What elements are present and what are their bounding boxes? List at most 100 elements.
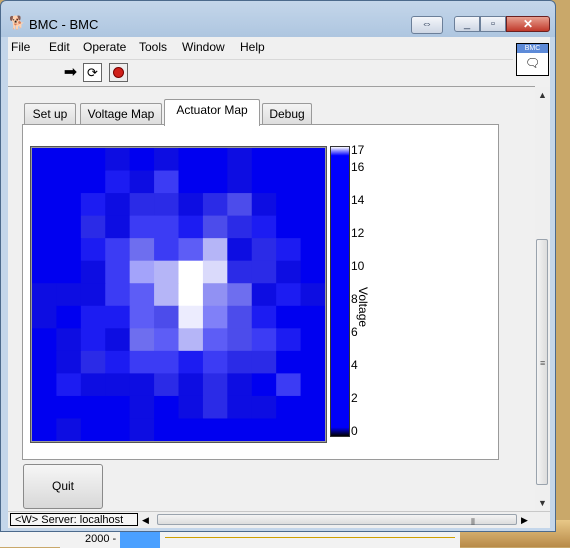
actuator-cell-3-11 [300, 215, 325, 239]
toolbar: ➡ ⟳ [8, 59, 513, 86]
actuator-cell-10-9 [251, 373, 277, 397]
actuator-cell-10-4 [129, 373, 155, 397]
actuator-cell-8-3 [105, 328, 131, 352]
actuator-cell-2-6 [178, 193, 204, 217]
actuator-cell-0-5 [154, 148, 179, 172]
actuator-cell-3-5 [154, 215, 179, 239]
actuator-cell-3-7 [202, 215, 228, 239]
actuator-map-intensity-graph[interactable] [32, 148, 325, 441]
actuator-cell-7-5 [154, 305, 179, 329]
colorbar-tick-14: 14 [351, 193, 365, 207]
actuator-cell-11-6 [178, 395, 204, 419]
actuator-cell-7-1 [56, 305, 82, 329]
actuator-cell-5-1 [56, 260, 82, 284]
actuator-cell-8-9 [251, 328, 277, 352]
actuator-cell-12-0 [32, 418, 57, 441]
actuator-cell-8-11 [300, 328, 325, 352]
swap-window-button[interactable]: ⇔ [411, 16, 443, 34]
menu-edit[interactable]: Edit [49, 40, 70, 54]
tab-debug[interactable]: Debug [262, 103, 312, 125]
actuator-cell-5-9 [251, 260, 277, 284]
actuator-cell-10-3 [105, 373, 131, 397]
actuator-cell-9-4 [129, 350, 155, 374]
tab-actuator-map[interactable]: Actuator Map [164, 99, 260, 126]
actuator-cell-4-2 [80, 238, 106, 262]
actuator-cell-4-9 [251, 238, 277, 262]
actuator-cell-2-10 [276, 193, 302, 217]
vertical-scroll-thumb[interactable]: ≡ [536, 239, 548, 485]
title-bar[interactable]: 🐕 BMC - BMC ⇔ _ ▫ ✕ [1, 1, 555, 35]
menu-help[interactable]: Help [240, 40, 265, 54]
actuator-cell-4-10 [276, 238, 302, 262]
menu-window[interactable]: Window [182, 40, 225, 54]
actuator-cell-7-7 [202, 305, 228, 329]
tab-set-up[interactable]: Set up [24, 103, 76, 125]
actuator-cell-3-4 [129, 215, 155, 239]
actuator-cell-6-8 [227, 283, 253, 307]
window-title: BMC - BMC [29, 17, 99, 32]
actuator-cell-10-0 [32, 373, 57, 397]
actuator-cell-10-1 [56, 373, 82, 397]
actuator-cell-12-11 [300, 418, 325, 441]
minimize-button[interactable]: _ [454, 16, 480, 32]
actuator-cell-1-4 [129, 170, 155, 194]
actuator-cell-1-0 [32, 170, 57, 194]
horizontal-scroll-thumb[interactable]: ⦀ [157, 514, 517, 527]
actuator-cell-11-1 [56, 395, 82, 419]
actuator-cell-4-3 [105, 238, 131, 262]
actuator-cell-11-2 [80, 395, 106, 419]
menu-operate[interactable]: Operate [83, 40, 126, 54]
actuator-cell-6-4 [129, 283, 155, 307]
actuator-cell-4-8 [227, 238, 253, 262]
desktop-background-left [0, 530, 60, 547]
scroll-right-arrow-icon[interactable]: ▶ [521, 513, 528, 527]
actuator-cell-12-4 [129, 418, 155, 441]
colorbar-tick-16: 16 [351, 160, 365, 174]
actuator-cell-10-10 [276, 373, 302, 397]
menu-file[interactable]: File [11, 40, 30, 54]
actuator-cell-4-11 [300, 238, 325, 262]
actuator-cell-0-2 [80, 148, 106, 172]
actuator-cell-6-7 [202, 283, 228, 307]
actuator-cell-9-8 [227, 350, 253, 374]
maximize-button[interactable]: ▫ [480, 16, 506, 32]
scroll-down-arrow-icon[interactable]: ▼ [535, 495, 550, 511]
run-arrow-icon[interactable]: ➡ [61, 63, 80, 82]
actuator-cell-4-1 [56, 238, 82, 262]
run-continuously-icon[interactable]: ⟳ [83, 63, 102, 82]
vertical-scrollbar[interactable]: ▲ ≡ ▼ [535, 87, 550, 511]
tab-voltage-map[interactable]: Voltage Map [80, 103, 162, 125]
menu-tools[interactable]: Tools [139, 40, 167, 54]
actuator-cell-11-0 [32, 395, 57, 419]
actuator-cell-4-0 [32, 238, 57, 262]
quit-button[interactable]: Quit [23, 464, 103, 509]
actuator-cell-3-2 [80, 215, 106, 239]
actuator-cell-5-10 [276, 260, 302, 284]
colorbar-tick-6: 6 [351, 325, 358, 339]
actuator-cell-6-9 [251, 283, 277, 307]
scroll-left-arrow-icon[interactable]: ◀ [142, 513, 149, 527]
colorbar-tick-4: 4 [351, 358, 358, 372]
close-button[interactable]: ✕ [506, 16, 550, 32]
actuator-cell-5-11 [300, 260, 325, 284]
actuator-cell-6-6 [178, 283, 204, 307]
actuator-cell-12-9 [251, 418, 277, 441]
scroll-up-arrow-icon[interactable]: ▲ [535, 87, 550, 103]
actuator-cell-3-8 [227, 215, 253, 239]
actuator-cell-1-8 [227, 170, 253, 194]
actuator-cell-7-8 [227, 305, 253, 329]
actuator-cell-5-0 [32, 260, 57, 284]
actuator-cell-6-11 [300, 283, 325, 307]
actuator-cell-9-11 [300, 350, 325, 374]
actuator-cell-6-1 [56, 283, 82, 307]
actuator-cell-7-10 [276, 305, 302, 329]
actuator-cell-2-7 [202, 193, 228, 217]
actuator-cell-1-3 [105, 170, 131, 194]
abort-execution-icon[interactable] [109, 63, 128, 82]
actuator-cell-2-4 [129, 193, 155, 217]
background-plot-band [120, 532, 160, 548]
actuator-cell-11-7 [202, 395, 228, 419]
actuator-cell-8-6 [178, 328, 204, 352]
actuator-cell-5-7 [202, 260, 228, 284]
bmc-window: 🐕 BMC - BMC ⇔ _ ▫ ✕ File Edit Operate To… [0, 0, 556, 532]
